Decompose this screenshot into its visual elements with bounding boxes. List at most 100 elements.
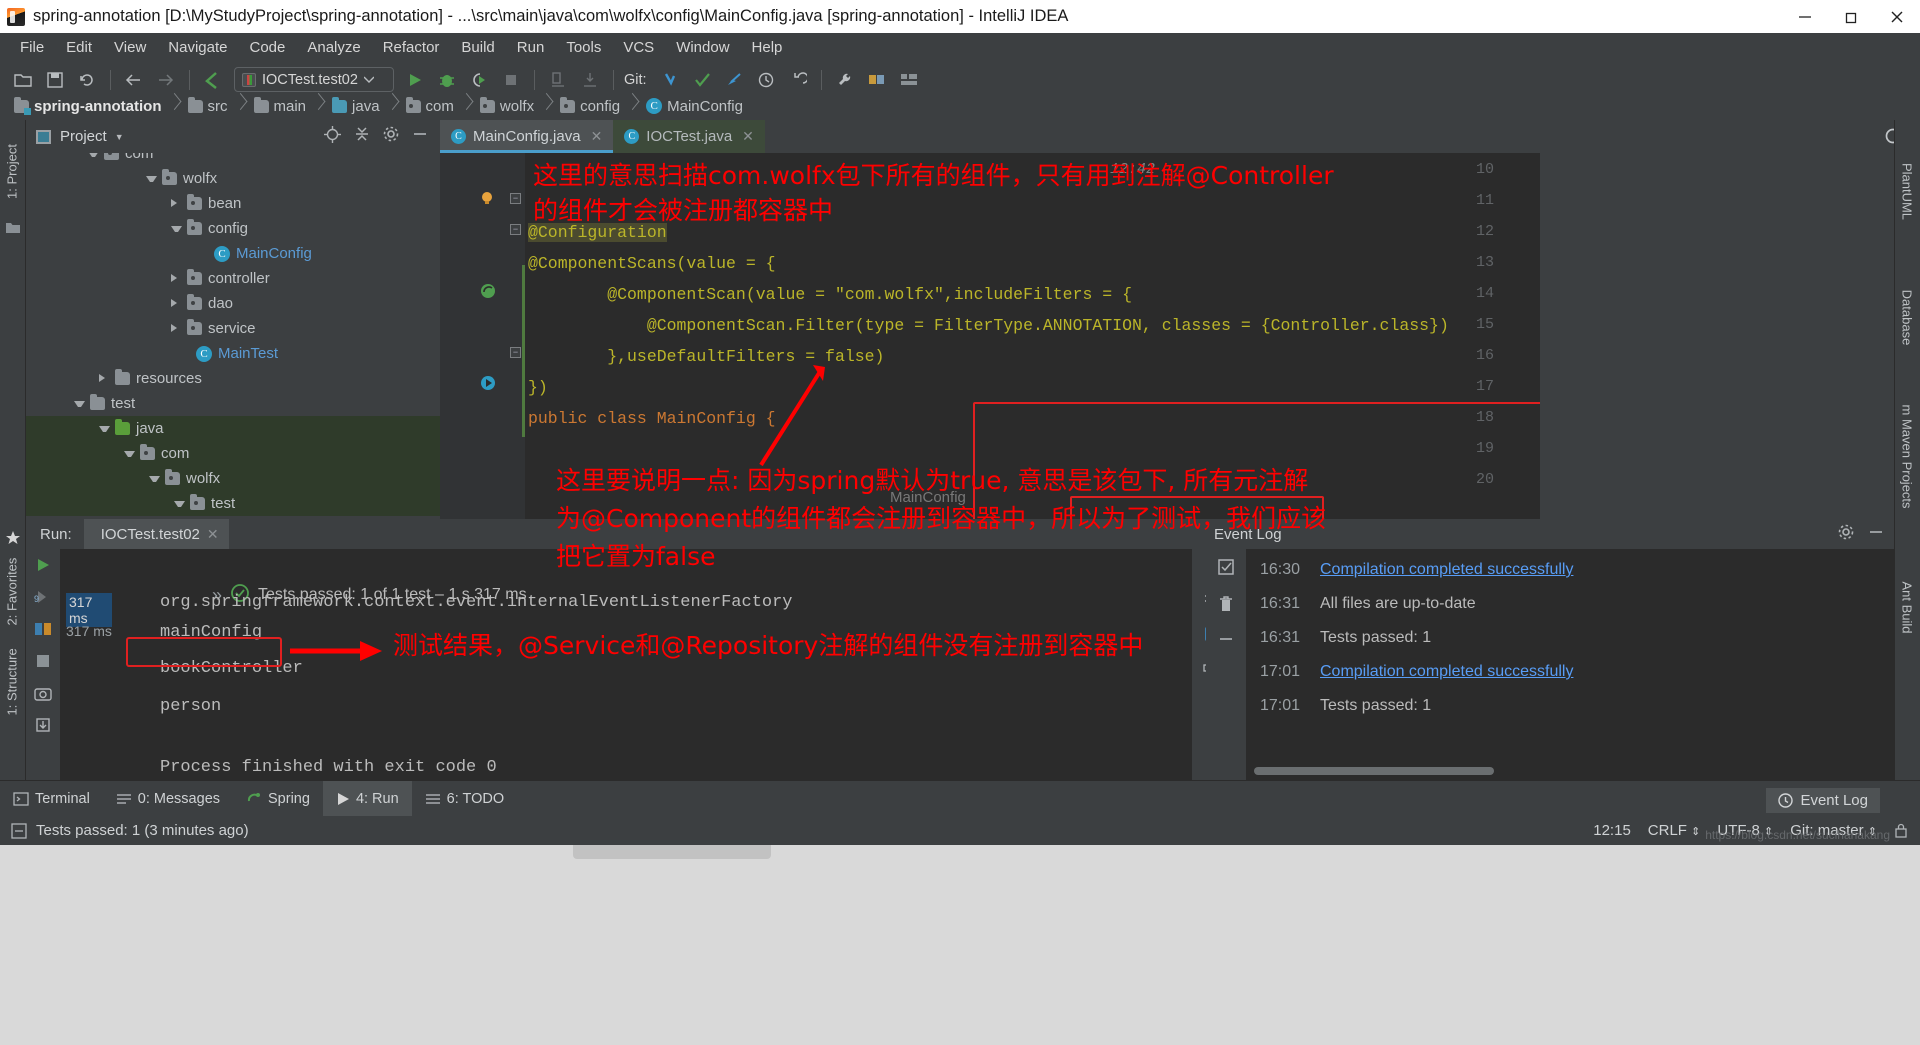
toggle-auto-test-icon[interactable] [26, 613, 60, 645]
menu-view[interactable]: View [103, 37, 157, 58]
event-message[interactable]: Compilation completed successfully [1320, 663, 1573, 681]
intention-bulb-icon[interactable] [480, 191, 495, 211]
breadcrumb-item-mainconfig[interactable]: C MainConfig [640, 92, 747, 120]
open-folder-icon[interactable] [8, 66, 38, 94]
event-log-row[interactable]: 16:31 Tests passed: 1 [1246, 621, 1894, 655]
fold-marker[interactable]: − [510, 347, 521, 358]
export-icon[interactable] [26, 709, 60, 741]
menu-help[interactable]: Help [741, 37, 794, 58]
close-icon[interactable]: ✕ [742, 128, 754, 145]
tree-item-test-com[interactable]: com [26, 441, 440, 466]
menu-build[interactable]: Build [450, 37, 505, 58]
minimize-icon[interactable] [1782, 0, 1828, 33]
restore-icon[interactable] [1828, 0, 1874, 33]
tree-item-config[interactable]: config [26, 216, 248, 241]
tree-item-bean[interactable]: bean [26, 191, 241, 216]
menu-vcs[interactable]: VCS [612, 37, 665, 58]
settings-gear-icon[interactable] [383, 126, 399, 147]
close-icon[interactable]: ✕ [591, 128, 603, 145]
menu-tools[interactable]: Tools [555, 37, 612, 58]
tool-window-messages[interactable]: 0: Messages [103, 781, 233, 817]
tree-item-maintest[interactable]: C MainTest [26, 341, 278, 366]
tree-item-wolfx[interactable]: wolfx [26, 166, 217, 191]
rerun-failed-icon[interactable]: 9 [26, 581, 60, 613]
tree-item-test[interactable]: test [26, 391, 135, 416]
target-icon[interactable] [324, 125, 341, 148]
fold-marker[interactable]: − [510, 224, 521, 235]
profile-icon[interactable] [543, 66, 573, 94]
event-log-list[interactable]: 16:30 Compilation completed successfully… [1246, 549, 1894, 780]
run-coverage-icon[interactable] [464, 66, 494, 94]
hide-icon[interactable] [412, 126, 428, 147]
breadcrumb-item-com[interactable]: com [400, 92, 474, 120]
sidebar-item-plantuml[interactable]: PlantUML [1900, 149, 1915, 235]
menu-file[interactable]: File [9, 37, 55, 58]
breadcrumb-item-wolfx[interactable]: wolfx [474, 92, 554, 120]
stop-icon[interactable] [496, 66, 526, 94]
sidebar-item-favorites[interactable]: 2: Favorites [5, 558, 20, 626]
breadcrumb-item-src[interactable]: src [182, 92, 248, 120]
sidebar-item-database[interactable]: Database [1900, 275, 1915, 361]
sidebar-item-maven-projects[interactable]: m Maven Projects [1900, 405, 1915, 509]
forward-arrow-icon[interactable] [151, 66, 181, 94]
menu-edit[interactable]: Edit [55, 37, 103, 58]
camera-icon[interactable] [26, 677, 60, 709]
git-push-icon[interactable] [719, 66, 749, 94]
star-icon[interactable] [5, 530, 21, 546]
structure-folder-icon[interactable] [5, 220, 21, 236]
project-tree[interactable]: com wolfx bean config C MainConfig contr… [26, 153, 440, 519]
debug-icon[interactable] [432, 66, 462, 94]
tree-item-test-wolfx[interactable]: wolfx [26, 466, 440, 491]
code-editor[interactable]: 10 11 12 13 14 15 16 17 18 19 20 − − − 1… [440, 153, 1540, 519]
settings-gear-icon[interactable] [1838, 524, 1854, 545]
spring-bean-icon[interactable] [480, 283, 497, 305]
tool-window-spring[interactable]: Spring [233, 781, 323, 817]
menu-refactor[interactable]: Refactor [372, 37, 451, 58]
import-icon[interactable] [575, 66, 605, 94]
tool-window-terminal[interactable]: Terminal [0, 781, 103, 817]
git-update-icon[interactable] [655, 66, 685, 94]
history-icon[interactable] [751, 66, 781, 94]
tree-item-test-test[interactable]: test [26, 491, 440, 516]
status-line-separator[interactable]: CRLF ⇕ [1648, 822, 1701, 839]
hide-icon[interactable] [1868, 524, 1884, 545]
project-structure-icon[interactable] [862, 66, 892, 94]
tree-item-controller[interactable]: controller [26, 266, 270, 291]
back-arrow-icon[interactable] [119, 66, 149, 94]
tree-item-com-partial[interactable]: com [26, 153, 440, 166]
close-icon[interactable]: ✕ [207, 526, 219, 543]
rerun-icon[interactable] [26, 549, 60, 581]
sidebar-item-project[interactable]: 1: Project [5, 140, 20, 204]
menu-run[interactable]: Run [506, 37, 556, 58]
event-log-row[interactable]: 17:01 Compilation completed successfully [1246, 655, 1894, 689]
tree-item-service[interactable]: service [26, 316, 256, 341]
tree-item-mainconfig[interactable]: C MainConfig [26, 241, 312, 266]
stop-icon[interactable] [26, 645, 60, 677]
breadcrumb-item-module[interactable]: spring-annotation [8, 92, 182, 120]
delete-icon[interactable] [1206, 585, 1246, 621]
tab-mainconfig-java[interactable]: C MainConfig.java ✕ [440, 120, 614, 153]
tool-window-todo[interactable]: 6: TODO [412, 781, 517, 817]
rollback-icon[interactable] [783, 66, 813, 94]
close-icon[interactable] [1874, 0, 1920, 33]
settings-wrench-icon[interactable] [830, 66, 860, 94]
menu-window[interactable]: Window [665, 37, 740, 58]
tree-item-test-java[interactable]: java [26, 416, 440, 441]
class-run-icon[interactable] [480, 375, 497, 397]
breadcrumb-item-java[interactable]: java [326, 92, 400, 120]
collapse-all-icon[interactable] [354, 126, 370, 147]
event-log-row[interactable]: 16:30 Compilation completed successfully [1246, 553, 1894, 587]
tree-item-dao[interactable]: dao [26, 291, 233, 316]
undo-caret-icon[interactable] [198, 66, 228, 94]
event-log-scrollbar[interactable] [1254, 767, 1494, 775]
menu-analyze[interactable]: Analyze [296, 37, 371, 58]
save-all-icon[interactable] [40, 66, 70, 94]
sidebar-item-structure[interactable]: 1: Structure [5, 648, 20, 715]
menu-navigate[interactable]: Navigate [157, 37, 238, 58]
event-log-row[interactable]: 17:01 Tests passed: 1 [1246, 689, 1894, 723]
tree-item-resources[interactable]: resources [26, 366, 202, 391]
event-log-toggle-button[interactable]: Event Log [1766, 788, 1880, 813]
mark-read-icon[interactable] [1206, 549, 1246, 585]
breadcrumb-item-main[interactable]: main [248, 92, 327, 120]
fold-marker[interactable]: − [510, 193, 521, 204]
